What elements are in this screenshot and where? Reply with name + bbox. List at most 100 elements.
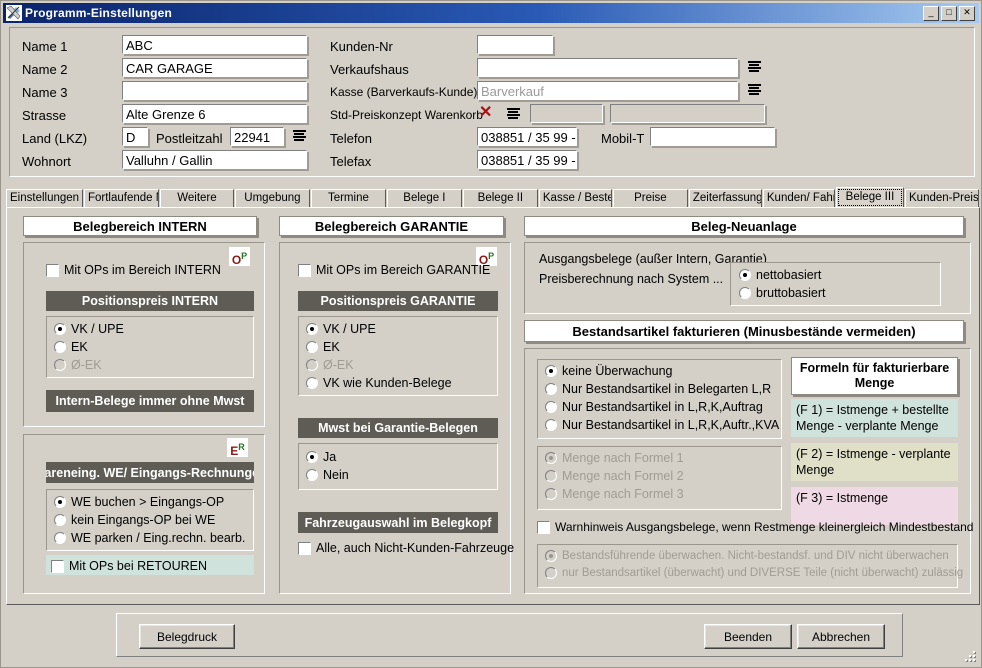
- intern-price-options-box: VK / UPE EK Ø-EK: [46, 316, 254, 378]
- plz-input[interactable]: 22941: [230, 127, 284, 146]
- radio-nur-bestand-lr[interactable]: Nur Bestandsartikel in Belegarten L,R: [545, 382, 771, 396]
- tab-kunden-preisliste[interactable]: Kunden-Preissi: [905, 189, 980, 208]
- checkbox-mit-ops-intern[interactable]: Mit OPs im Bereich INTERN: [46, 263, 221, 277]
- radio-dot-nur-bestand-lrk-kva[interactable]: [545, 419, 557, 431]
- minimize-button[interactable]: _: [923, 5, 939, 21]
- lkz-input[interactable]: D: [122, 127, 148, 146]
- tab-belege-1[interactable]: Belege I: [386, 189, 462, 208]
- radio-dot-we-buchen[interactable]: [54, 496, 66, 508]
- kundennr-input[interactable]: [477, 35, 553, 54]
- delete-x-icon[interactable]: ✕: [479, 105, 492, 121]
- radio-dot-nur-bestand-lr[interactable]: [545, 383, 557, 395]
- radio-label-menge-formel-3: Menge nach Formel 3: [562, 487, 684, 501]
- radio-dot-garantie-vk-wie-kunden[interactable]: [306, 377, 318, 389]
- radio-dot-keine-ueberwachung[interactable]: [545, 365, 557, 377]
- radio-dot-mwst-nein[interactable]: [306, 469, 318, 481]
- tab-einstellungen[interactable]: Einstellungen: [6, 189, 83, 208]
- checkbox-box-alle-fahrzeuge[interactable]: [298, 541, 311, 555]
- kasse-input[interactable]: Barverkauf: [477, 81, 738, 100]
- preiskonzept-code-field[interactable]: [530, 104, 603, 123]
- preiskonzept-list-icon[interactable]: [505, 106, 521, 121]
- radio-dot-nur-bestand-lrk-auftrag[interactable]: [545, 401, 557, 413]
- plz-list-icon[interactable]: [291, 128, 307, 143]
- radio-dot-intern-vk-upe[interactable]: [54, 323, 66, 335]
- radio-intern-vk-upe[interactable]: VK / UPE: [54, 322, 124, 336]
- verkaufshaus-input[interactable]: [477, 58, 738, 77]
- strasse-input[interactable]: Alte Grenze 6: [122, 104, 307, 123]
- radio-mwst-nein[interactable]: Nein: [306, 468, 349, 482]
- tab-umgebung[interactable]: Umgebung: [234, 189, 310, 208]
- checkbox-label-ops-intern: Mit OPs im Bereich INTERN: [64, 263, 221, 277]
- verkaufshaus-list-icon[interactable]: [746, 59, 762, 74]
- radio-intern-ek[interactable]: EK: [54, 340, 88, 354]
- radio-menge-formel-1: Menge nach Formel 1: [545, 451, 684, 465]
- header-positionspreis-intern: Positionspreis INTERN: [46, 291, 254, 311]
- checkbox-box-warnhinweis[interactable]: [537, 520, 550, 534]
- telefon-input[interactable]: 038851 / 35 99 - 0: [477, 127, 577, 146]
- radio-dot-intern-ek[interactable]: [54, 341, 66, 353]
- tab-termine[interactable]: Termine: [310, 189, 386, 208]
- radio-nur-bestand-lrk-kva[interactable]: Nur Bestandsartikel in L,R,K,Auftr.,KVA: [545, 418, 779, 432]
- name2-input[interactable]: CAR GARAGE: [122, 58, 307, 77]
- tab-fortlaufende-nr[interactable]: Fortlaufende N: [83, 189, 159, 208]
- radio-dot-garantie-ek[interactable]: [306, 341, 318, 353]
- resize-grip[interactable]: [963, 651, 977, 665]
- name1-input[interactable]: ABC: [122, 35, 307, 54]
- checkbox-warnhinweis[interactable]: Warnhinweis Ausgangsbelege, wenn Restmen…: [537, 520, 973, 534]
- radio-garantie-vk-wie-kunden[interactable]: VK wie Kunden-Belege: [306, 376, 452, 390]
- radio-we-buchen[interactable]: WE buchen > Eingangs-OP: [54, 495, 224, 509]
- app-tools-icon: [6, 5, 22, 21]
- tab-belege-2[interactable]: Belege II: [462, 189, 538, 208]
- radio-label-we-parken: WE parken / Eing.rechn. bearb.: [71, 531, 246, 545]
- radio-label-garantie-oe-ek: Ø-EK: [323, 358, 354, 372]
- abbrechen-button[interactable]: Abbrechen: [797, 624, 885, 649]
- mobil-input[interactable]: [650, 127, 775, 146]
- radio-dot-kein-eingangs-op[interactable]: [54, 514, 66, 526]
- preiskonzept-name-field[interactable]: [610, 104, 765, 123]
- tab-zeiterfassung[interactable]: Zeiterfassung: [688, 189, 762, 208]
- company-form-panel: Name 1 Name 2 Name 3 Strasse Land (LKZ) …: [9, 27, 975, 177]
- kasse-list-icon[interactable]: [746, 82, 762, 97]
- beenden-button[interactable]: Beenden: [704, 624, 792, 649]
- name3-input[interactable]: [122, 81, 307, 100]
- bestand-group: keine Überwachung Nur Bestandsartikel in…: [524, 348, 973, 594]
- close-button[interactable]: ✕: [959, 5, 975, 21]
- radio-dot-mwst-ja[interactable]: [306, 451, 318, 463]
- header-bestandsartikel-fakturieren: Bestandsartikel fakturieren (Minusbestän…: [524, 320, 964, 342]
- radio-garantie-vk-upe[interactable]: VK / UPE: [306, 322, 376, 336]
- maximize-button[interactable]: □: [941, 5, 957, 21]
- radio-garantie-ek[interactable]: EK: [306, 340, 340, 354]
- settings-tabstrip[interactable]: Einstellungen Fortlaufende N Weitere Umg…: [6, 187, 980, 208]
- header-fahrzeugauswahl: Fahrzeugauswahl im Belegkopf: [298, 512, 498, 533]
- tab-weitere[interactable]: Weitere: [159, 189, 234, 208]
- tab-kunden-fahrzeug[interactable]: Kunden/ Fahrz: [762, 189, 835, 208]
- radio-nettobasiert[interactable]: nettobasiert: [739, 268, 821, 282]
- belegdruck-button[interactable]: Belegdruck: [139, 624, 235, 649]
- radio-dot-garantie-vk-upe[interactable]: [306, 323, 318, 335]
- radio-dot-we-parken[interactable]: [54, 532, 66, 544]
- checkbox-box-ops-intern[interactable]: [46, 263, 59, 277]
- radio-keine-ueberwachung[interactable]: keine Überwachung: [545, 364, 673, 378]
- wohnort-input[interactable]: Valluhn / Gallin: [122, 150, 307, 169]
- telefax-input[interactable]: 038851 / 35 99 - 15: [477, 150, 577, 169]
- checkbox-mit-ops-retouren[interactable]: Mit OPs bei RETOUREN: [51, 558, 207, 574]
- tab-preise[interactable]: Preise: [612, 189, 688, 208]
- radio-mwst-ja[interactable]: Ja: [306, 450, 336, 464]
- checkbox-box-retouren[interactable]: [51, 559, 64, 573]
- radio-dot-bruttobasiert[interactable]: [739, 287, 751, 299]
- checkbox-alle-fahrzeuge[interactable]: Alle, auch Nicht-Kunden-Fahrzeuge: [298, 541, 514, 555]
- radio-label-bruttobasiert: bruttobasiert: [756, 286, 826, 300]
- tab-belege-3[interactable]: Belege III: [835, 187, 905, 208]
- radio-label-keine-ueberwachung: keine Überwachung: [562, 364, 673, 378]
- tab-kasse-bestellung[interactable]: Kasse / Beste: [538, 189, 612, 208]
- radio-dot-nettobasiert[interactable]: [739, 269, 751, 281]
- radio-kein-eingangs-op[interactable]: kein Eingangs-OP bei WE: [54, 513, 215, 527]
- radio-bruttobasiert[interactable]: bruttobasiert: [739, 286, 825, 300]
- radio-nur-bestand-lrk-auftrag[interactable]: Nur Bestandsartikel in L,R,K,Auftrag: [545, 400, 763, 414]
- radio-we-parken[interactable]: WE parken / Eing.rechn. bearb.: [54, 531, 245, 545]
- checkbox-mit-ops-garantie[interactable]: Mit OPs im Bereich GARANTIE: [298, 263, 490, 277]
- checkbox-label-retouren: Mit OPs bei RETOUREN: [69, 559, 207, 573]
- title-bar: Programm-Einstellungen _ □ ✕: [3, 3, 979, 23]
- label-strasse: Strasse: [22, 108, 67, 123]
- checkbox-box-ops-garantie[interactable]: [298, 263, 311, 277]
